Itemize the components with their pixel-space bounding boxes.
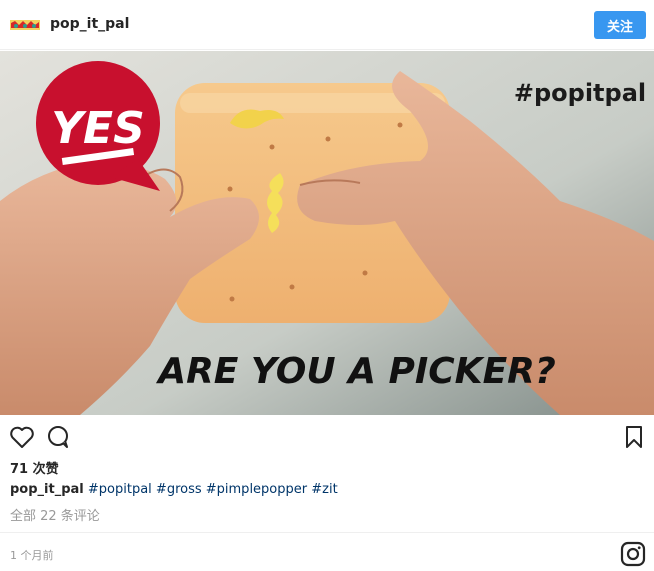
avatar[interactable] (10, 11, 40, 39)
yes-badge-text: YES (51, 103, 145, 154)
hashtag-link[interactable]: #popitpal (88, 482, 152, 497)
post-image[interactable]: YES #popitpal ARE YOU A PICKER? (0, 51, 654, 415)
hashtag-link[interactable]: #gross (156, 482, 202, 497)
heart-icon[interactable] (8, 423, 36, 451)
caption-username[interactable]: pop_it_pal (10, 482, 84, 497)
follow-button[interactable]: 关注 (594, 11, 646, 39)
post-caption: pop_it_pal #popitpal #gross #pimplepoppe… (10, 482, 338, 497)
instagram-icon[interactable] (620, 541, 646, 567)
hashtag-link[interactable]: #pimplepopper (206, 482, 307, 497)
comment-icon[interactable] (44, 423, 72, 451)
bookmark-icon[interactable] (620, 423, 648, 451)
post-header: pop_it_pal 关注 (0, 0, 654, 50)
post-actions (0, 416, 654, 456)
hashtag-overlay: #popitpal (514, 79, 646, 107)
post-timestamp[interactable]: 1 个月前 (10, 547, 54, 563)
image-headline: ARE YOU A PICKER? (155, 351, 556, 392)
view-all-comments-link[interactable]: 全部 22 条评论 (10, 505, 100, 524)
divider (0, 532, 654, 533)
hashtag-link[interactable]: #zit (311, 482, 337, 497)
post-author-username[interactable]: pop_it_pal (50, 16, 129, 32)
like-count[interactable]: 71 次赞 (10, 458, 59, 477)
